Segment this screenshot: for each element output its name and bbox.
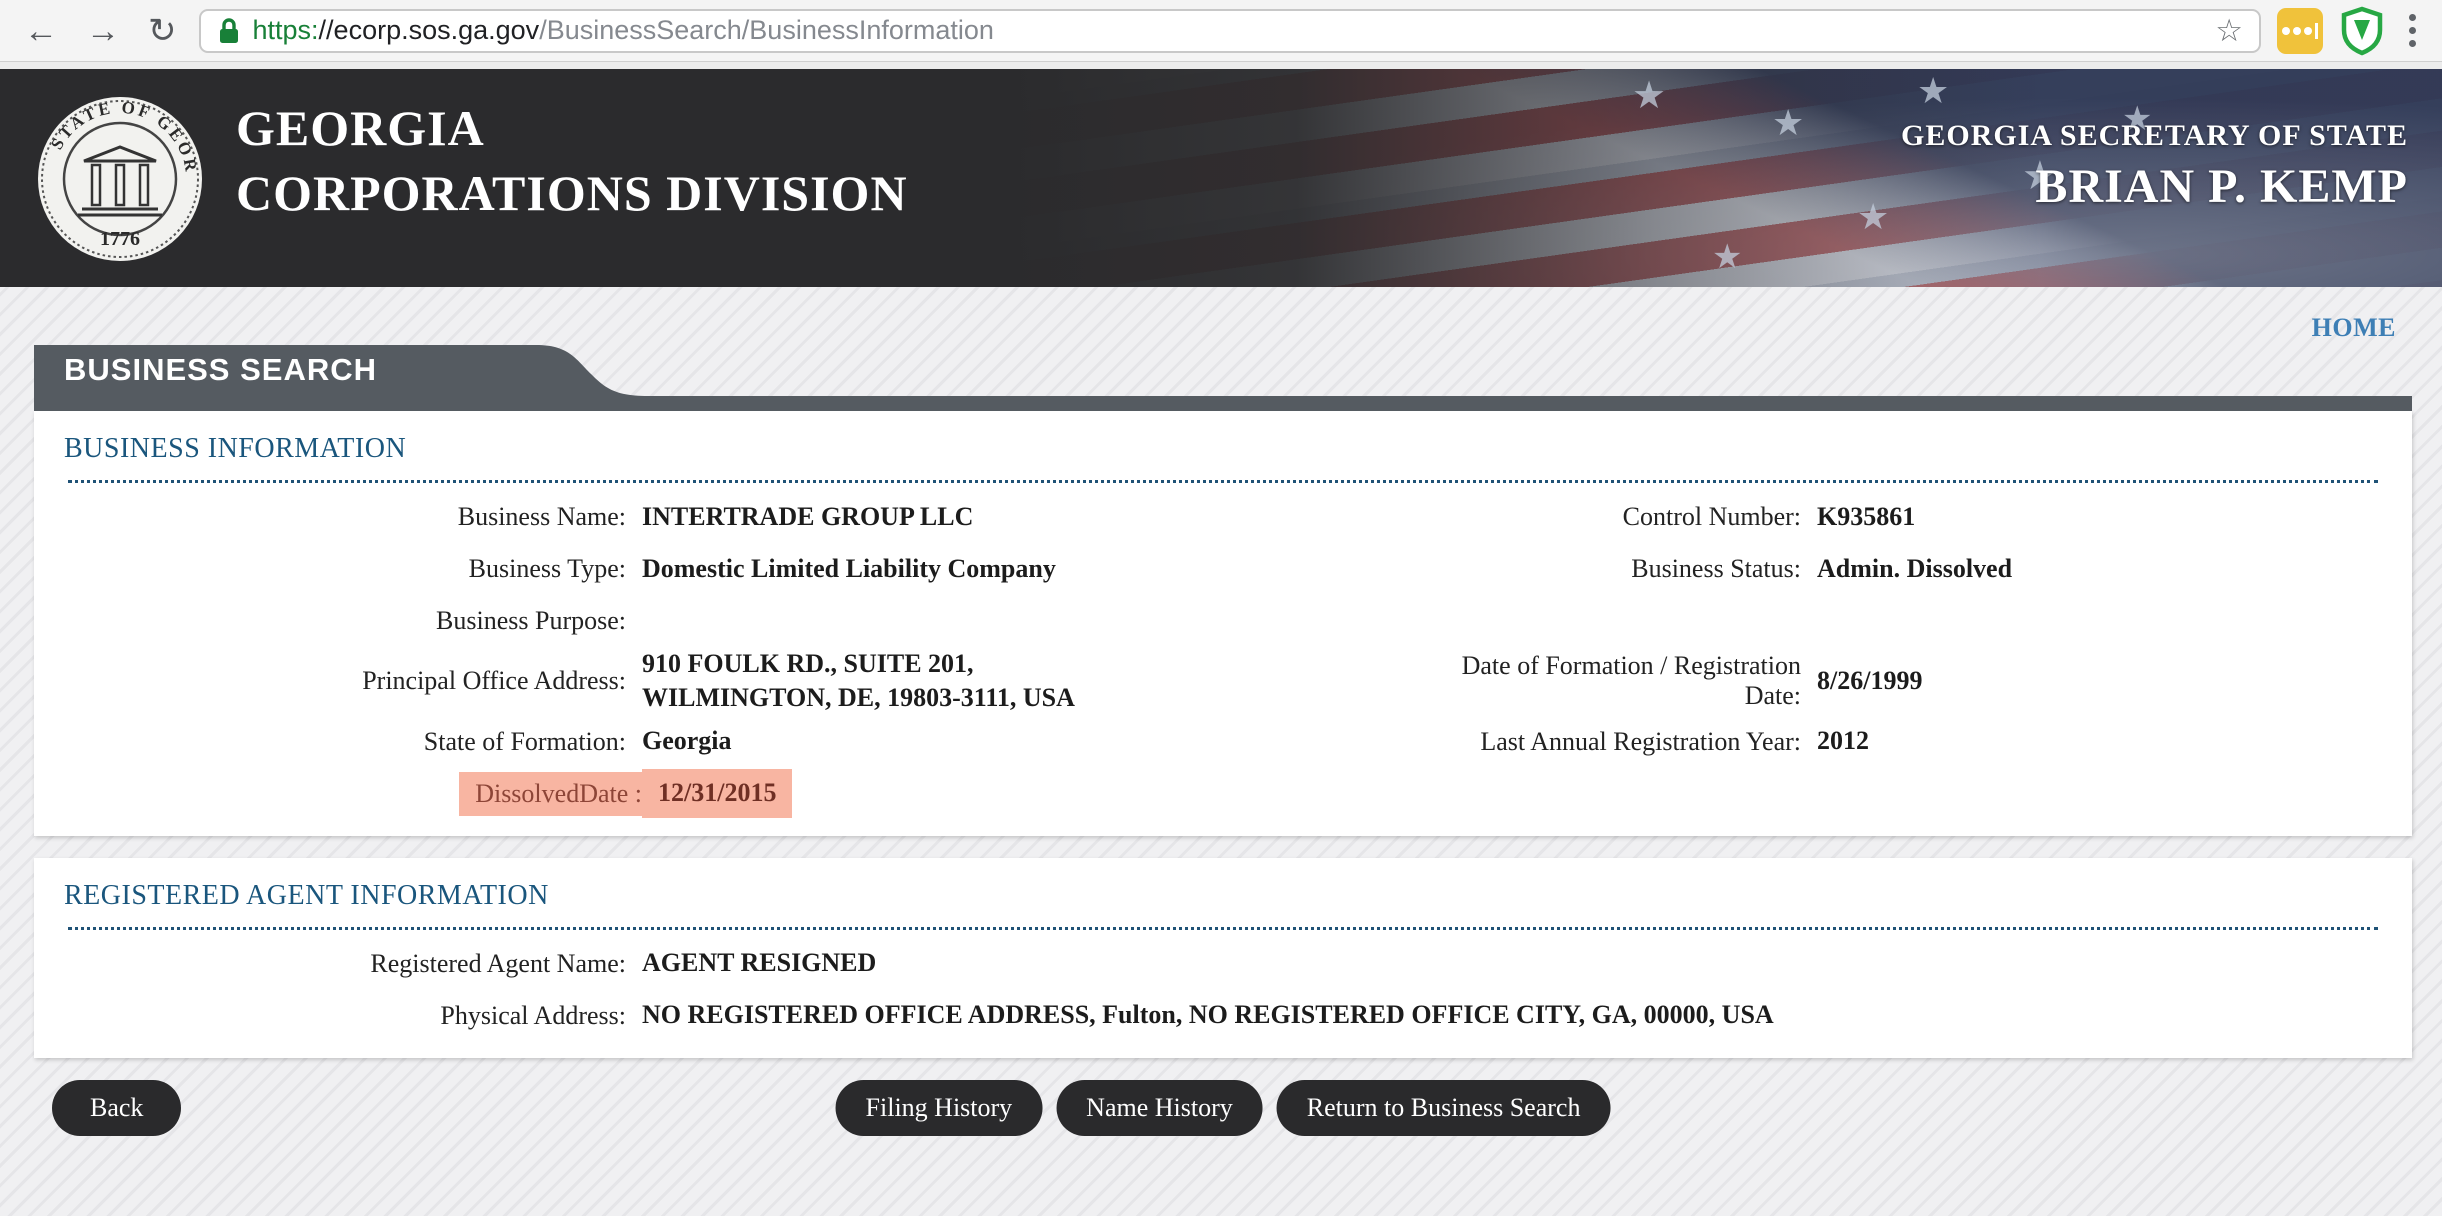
brand-title: GEORGIA CORPORATIONS DIVISION: [236, 97, 908, 227]
return-to-business-search-button[interactable]: Return to Business Search: [1277, 1080, 1611, 1136]
field-value: K935861: [1817, 491, 2382, 543]
field-value: 910 FOULK RD., SUITE 201, WILMINGTON, DE…: [642, 647, 1402, 716]
shield-extension-icon[interactable]: [2339, 6, 2385, 56]
georgia-seal: STATE OF GEORGIA 1776: [36, 95, 204, 263]
field-label: Business Purpose:: [64, 595, 642, 647]
business-info-panel: BUSINESS INFORMATION Business Name:INTER…: [34, 411, 2412, 836]
registered-agent-grid: Registered Agent Name:AGENT RESIGNEDPhys…: [64, 938, 2382, 1042]
dotted-divider: [68, 480, 2378, 483]
browser-menu-icon[interactable]: [2401, 14, 2424, 47]
field-label: Business Name:: [64, 491, 642, 543]
url-protocol: https:: [253, 15, 319, 45]
field-value: [642, 595, 1402, 647]
filing-history-button[interactable]: Filing History: [836, 1080, 1043, 1136]
password-extension-icon[interactable]: [2277, 8, 2323, 54]
secretary-block: GEORGIA SECRETARY OF STATE BRIAN P. KEMP: [1901, 119, 2408, 214]
field-label: Last Annual Registration Year:: [1402, 716, 1817, 768]
field-label: Business Status:: [1402, 543, 1817, 595]
browser-toolbar: ← → ↻ https://ecorp.sos.ga.gov/BusinessS…: [0, 0, 2442, 62]
url-path: /BusinessSearch/BusinessInformation: [539, 15, 994, 45]
field-label: Principal Office Address:: [64, 655, 642, 707]
back-button[interactable]: Back: [52, 1080, 181, 1136]
url-host: //ecorp.sos.ga.gov: [319, 15, 540, 45]
field-label: Date of Formation / Registration Date:: [1402, 651, 1817, 711]
dotted-divider: [68, 927, 2378, 930]
field-value: Admin. Dissolved: [1817, 543, 2382, 595]
site-header: ★ ★ ★ ★ ★ ★ ★ STATE OF GEORGIA 1776 GEOR…: [0, 69, 2442, 287]
toolbar-bottom-strip: [0, 62, 2442, 69]
business-search-tab[interactable]: BUSINESS SEARCH: [34, 345, 2412, 411]
field-value: NO REGISTERED OFFICE ADDRESS, Fulton, NO…: [642, 990, 2382, 1042]
registered-agent-panel: REGISTERED AGENT INFORMATION Registered …: [34, 858, 2412, 1058]
forward-icon[interactable]: →: [80, 14, 126, 48]
field-value: 2012: [1817, 716, 2382, 768]
field-value: Georgia: [642, 716, 1402, 768]
brand-line1: GEORGIA: [236, 97, 908, 160]
svg-text:1776: 1776: [100, 228, 140, 250]
reload-icon[interactable]: ↻: [142, 14, 183, 48]
field-label: Control Number:: [1402, 491, 1817, 543]
secretary-name: BRIAN P. KEMP: [1901, 159, 2408, 214]
field-value: Domestic Limited Liability Company: [642, 543, 1402, 595]
lock-icon: [217, 16, 241, 46]
field-label: Registered Agent Name:: [64, 938, 642, 990]
tab-label: BUSINESS SEARCH: [64, 352, 377, 388]
field-value: AGENT RESIGNED: [642, 938, 2382, 990]
secretary-label: GEORGIA SECRETARY OF STATE: [1901, 119, 2408, 153]
back-icon[interactable]: ←: [18, 14, 64, 48]
dissolved-date-label: DissolvedDate :: [64, 768, 642, 820]
url-bar[interactable]: https://ecorp.sos.ga.gov/BusinessSearch/…: [199, 9, 2262, 53]
action-buttons-row: Back Filing HistoryName HistoryReturn to…: [34, 1080, 2412, 1136]
name-history-button[interactable]: Name History: [1056, 1080, 1263, 1136]
dissolved-date-highlight: 12/31/2015: [642, 768, 1402, 820]
field-label: State of Formation:: [64, 716, 642, 768]
bookmark-star-icon[interactable]: ☆: [2215, 13, 2243, 49]
url-text: https://ecorp.sos.ga.gov/BusinessSearch/…: [253, 15, 994, 46]
field-value: [1817, 768, 2382, 820]
registered-agent-heading: REGISTERED AGENT INFORMATION: [64, 878, 2382, 912]
field-value: INTERTRADE GROUP LLC: [642, 491, 1402, 543]
field-value: [1817, 595, 2382, 647]
field-label: Business Type:: [64, 543, 642, 595]
history-buttons-group: Filing HistoryName HistoryReturn to Busi…: [836, 1080, 1611, 1136]
field-value: 8/26/1999: [1817, 655, 2382, 707]
field-label: [1402, 595, 1817, 647]
field-label: [1402, 768, 1817, 820]
business-info-heading: BUSINESS INFORMATION: [64, 431, 2382, 465]
home-link[interactable]: HOME: [2312, 313, 2396, 343]
field-label: Physical Address:: [64, 990, 642, 1042]
brand-line2: CORPORATIONS DIVISION: [236, 160, 908, 228]
home-row: HOME: [0, 287, 2442, 345]
business-info-grid: Business Name:INTERTRADE GROUP LLCContro…: [64, 491, 2382, 820]
